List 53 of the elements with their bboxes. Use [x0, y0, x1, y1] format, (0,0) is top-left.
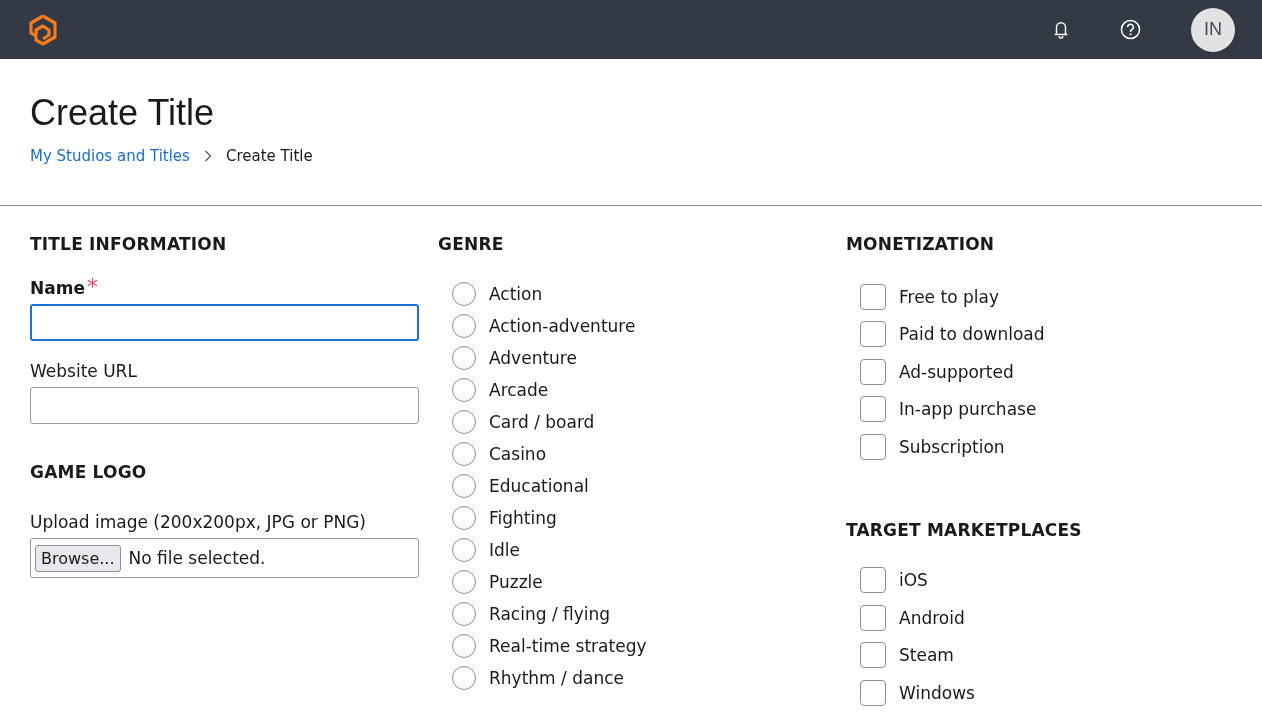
option-label: Racing / flying — [489, 604, 611, 624]
file-status: No file selected. — [128, 548, 266, 568]
option-label: In-app purchase — [899, 399, 1037, 420]
section-heading: TARGET MARKETPLACES — [846, 519, 1083, 540]
help-icon[interactable] — [1120, 19, 1141, 40]
option-label: Puzzle — [489, 572, 543, 592]
field-label: Name — [30, 278, 85, 298]
option-label: Card / board — [489, 412, 595, 432]
option-label: Android — [899, 607, 965, 628]
checkbox[interactable] — [860, 283, 886, 310]
chevron-right-icon — [203, 150, 212, 162]
field-label: Upload image (200x200px, JPG or PNG) — [30, 512, 366, 532]
section-heading: GENRE — [438, 234, 505, 254]
option-label: Free to play — [899, 286, 999, 307]
option-label: Arcade — [489, 380, 549, 400]
section-heading: TITLE INFORMATION — [30, 234, 228, 254]
checkbox[interactable] — [860, 679, 886, 706]
checkbox[interactable] — [860, 358, 886, 385]
page-title: Create Title — [30, 91, 216, 135]
breadcrumb-link[interactable]: My Studios and Titles — [30, 147, 190, 165]
option-label: Action — [489, 284, 543, 304]
option-label: Ad-supported — [899, 361, 1014, 382]
option-label: Fighting — [489, 508, 557, 528]
text-input[interactable] — [30, 304, 419, 341]
file-input[interactable]: Browse... No file selected. — [30, 538, 419, 578]
option-label: Action-adventure — [489, 316, 636, 336]
option-label: Idle — [489, 540, 520, 560]
option-label: Casino — [489, 444, 547, 464]
breadcrumb-current: Create Title — [225, 147, 313, 165]
checkbox[interactable] — [860, 567, 886, 594]
bell-icon[interactable] — [1052, 19, 1070, 40]
user-avatar[interactable]: IN — [1191, 7, 1235, 52]
hexagon-logo-icon[interactable] — [28, 13, 58, 46]
option-label: Educational — [489, 476, 589, 496]
text-input[interactable] — [30, 387, 419, 424]
checkbox[interactable] — [860, 321, 886, 348]
required-mark: * — [86, 278, 98, 296]
option-label: Adventure — [489, 348, 577, 368]
option-label: Rhythm / dance — [489, 668, 624, 688]
browse-button[interactable]: Browse... — [35, 544, 121, 572]
option-label: Real-time strategy — [489, 636, 647, 656]
option-label: Paid to download — [899, 324, 1045, 345]
checkbox[interactable] — [860, 642, 886, 669]
section-heading: GAME LOGO — [30, 462, 148, 482]
checkbox[interactable] — [860, 396, 886, 423]
option-label: Windows — [899, 682, 975, 703]
option-label: Subscription — [899, 436, 1005, 457]
section-heading: MONETIZATION — [846, 234, 996, 254]
checkbox[interactable] — [860, 433, 886, 460]
checkbox[interactable] — [860, 604, 886, 631]
option-label: Steam — [899, 645, 954, 666]
field-label: Website URL — [30, 361, 137, 381]
option-label: iOS — [899, 570, 928, 591]
